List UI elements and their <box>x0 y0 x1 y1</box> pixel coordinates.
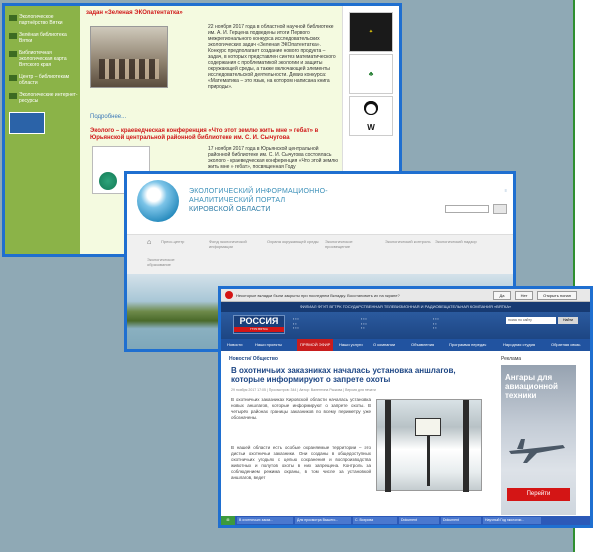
article-headline-top[interactable]: задан «Зеленая ЭКОпатентатка» <box>86 10 336 17</box>
ad-go-button[interactable]: Перейти <box>507 488 570 501</box>
menu-projects[interactable]: Наши проекты <box>255 339 282 351</box>
article-text: 22 ноября 2017 года в областной научной … <box>208 24 336 90</box>
sidebar-item-partnership[interactable]: Экологическое партнёрство Вятки <box>5 12 80 30</box>
taskbar-item[interactable]: Dokument <box>399 517 439 524</box>
menu-news[interactable]: Новости <box>227 339 242 351</box>
yes-button[interactable]: Да <box>493 291 511 300</box>
no-button[interactable]: Нет <box>515 291 533 300</box>
info-block-1: ▪ ▪ ▪ ▪ ▪ ▪ ▪ ▪ <box>293 317 299 330</box>
info-block-2: ▪ ▪ ▪ ▪ ▪ ▪ ▪ ▪ <box>361 317 367 330</box>
book-icon <box>9 15 17 21</box>
site-search-input[interactable]: поиск по сайту <box>506 317 556 324</box>
taskbar-item[interactable]: Для просмотра Вышего... <box>295 517 351 524</box>
sidebar-item-eco-map[interactable]: Библиотечная экологическая карта Вятског… <box>5 48 80 72</box>
bird-icon: ✦ <box>368 29 374 35</box>
portal-search-input[interactable] <box>445 205 489 213</box>
portal-title: ЭКОЛОГИЧЕСКИЙ ИНФОРМАЦИОННО- АНАЛИТИЧЕСК… <box>189 188 328 213</box>
conference-text: 17 ноября 2017 года в Юрьянской централь… <box>208 146 338 170</box>
site-menu: Новости Наши проекты ПРЯМОЙ ЭФИР Наши ус… <box>221 339 590 351</box>
nav-item-control[interactable]: Экологический контроль <box>385 239 437 244</box>
portal-header: ЭКОЛОГИЧЕСКИЙ ИНФОРМАЦИОННО- АНАЛИТИЧЕСК… <box>127 174 513 234</box>
info-block-3: ▪ ▪ ▪ ▪ ▪ ▪ ▪ <box>433 317 439 330</box>
tv-company-screenshot: Некоторые вкладки были закрыты при после… <box>218 286 593 528</box>
ad-label: Реклама <box>501 356 522 362</box>
menu-schedule[interactable]: Программа передач <box>449 339 486 351</box>
portal-nav: ⌂ Пресс-центр Фонд экологической информа… <box>127 234 513 274</box>
partner-logo-ecoclub[interactable]: ♣ <box>349 54 393 94</box>
sidebar-item-green-library[interactable]: Зелёная библиотека Вятки <box>5 30 80 48</box>
nav-item-fund[interactable]: Фонд экологической информации <box>209 239 261 249</box>
browser-notification-bar: Некоторые вкладки были закрыты при после… <box>221 289 590 302</box>
more-link[interactable]: Подробнее... <box>90 114 126 120</box>
tree-trunk <box>463 400 469 492</box>
book-icon <box>9 33 17 39</box>
menu-ads[interactable]: Объявления <box>411 339 434 351</box>
header-links[interactable]: ≡ <box>505 188 507 193</box>
taskbar-item[interactable]: Dokument <box>441 517 481 524</box>
windows-taskbar: ⊞ В охотничьих заказ... Для просмотра Вы… <box>221 516 590 525</box>
winter-sign-photo <box>376 399 482 492</box>
menu-live[interactable]: ПРЯМОЙ ЭФИР <box>297 339 334 351</box>
partner-logo-dark[interactable]: ✦ <box>349 12 393 52</box>
opera-icon <box>225 291 233 299</box>
nav-item-supervision[interactable]: Экологический надзор <box>435 239 487 244</box>
menu-about[interactable]: О компании <box>373 339 395 351</box>
taskbar-item[interactable]: Научный Год экологии... <box>483 517 541 524</box>
conference-headline[interactable]: Эколого – краеведческая конференция «Что… <box>90 128 340 142</box>
hangar-ad[interactable]: Ангары для авиационной техники Перейти <box>501 365 576 515</box>
tree-trunk <box>385 400 391 492</box>
taskbar-item[interactable]: В охотничьих заказ... <box>237 517 293 524</box>
wwf-logo[interactable]: W <box>349 96 393 136</box>
home-icon[interactable]: ⌂ <box>147 239 151 246</box>
warning-sign <box>415 418 441 436</box>
nav-item-education[interactable]: Экологическое просвещение <box>325 239 377 249</box>
sidebar-item-center[interactable]: Центр – библиотекам области <box>5 72 80 90</box>
article-paragraph-1: В охотничьих заказниках Кировской област… <box>231 397 371 420</box>
award-photo <box>90 26 168 88</box>
open-popup-button[interactable]: Открыть попап <box>537 291 577 300</box>
sidebar-item-internet-resources[interactable]: Экологические интернет-ресурсы <box>5 90 80 108</box>
article-paragraph-2: В нашей области есть особые охраняемые т… <box>231 445 371 480</box>
article-meta: 29 ноября 2017 17:05 | Просмотров: 344 |… <box>231 388 376 392</box>
library-sidebar: Экологическое партнёрство Вятки Зелёная … <box>5 6 80 254</box>
book-icon <box>9 93 17 99</box>
nav-item-protection[interactable]: Охрана окружающей среды <box>267 239 319 244</box>
menu-services[interactable]: Наши услуги <box>339 339 363 351</box>
panda-icon <box>361 100 381 123</box>
russia-logo[interactable]: РОССИЯ ГТРК ВЯТКА <box>233 315 285 334</box>
book-icon <box>9 51 17 57</box>
nav-item-press[interactable]: Пресс-центр <box>161 239 213 244</box>
site-header: ФИЛИАЛ ФГУП ВГТРК ГОСУДАРСТВЕННАЯ ТЕЛЕВИ… <box>221 302 590 312</box>
portal-search-button[interactable] <box>493 204 507 214</box>
taskbar-item[interactable]: С. Вохрова <box>353 517 397 524</box>
airplane-icon <box>509 439 565 463</box>
eco-logo-icon <box>99 172 117 190</box>
sign-post <box>427 436 430 486</box>
sidebar-banner[interactable] <box>9 112 45 134</box>
start-button[interactable]: ⊞ <box>221 516 235 525</box>
wwf-mark-icon: W <box>367 122 375 132</box>
menu-feedback[interactable]: Обратная связь <box>551 339 580 351</box>
ad-headline: Ангары для авиационной техники <box>505 373 558 400</box>
article-headline: В охотничьих заказниках началась установ… <box>231 366 456 384</box>
nav-item-eco-education[interactable]: Экологическое образование <box>147 257 199 267</box>
menu-studio[interactable]: Народная студия <box>503 339 535 351</box>
book-icon <box>9 75 17 81</box>
globe-logo-icon <box>137 180 179 222</box>
site-search-button[interactable]: Найти <box>558 317 578 324</box>
tree-icon: ♣ <box>368 70 374 78</box>
breadcrumb[interactable]: Новости/ Общество <box>229 356 278 362</box>
